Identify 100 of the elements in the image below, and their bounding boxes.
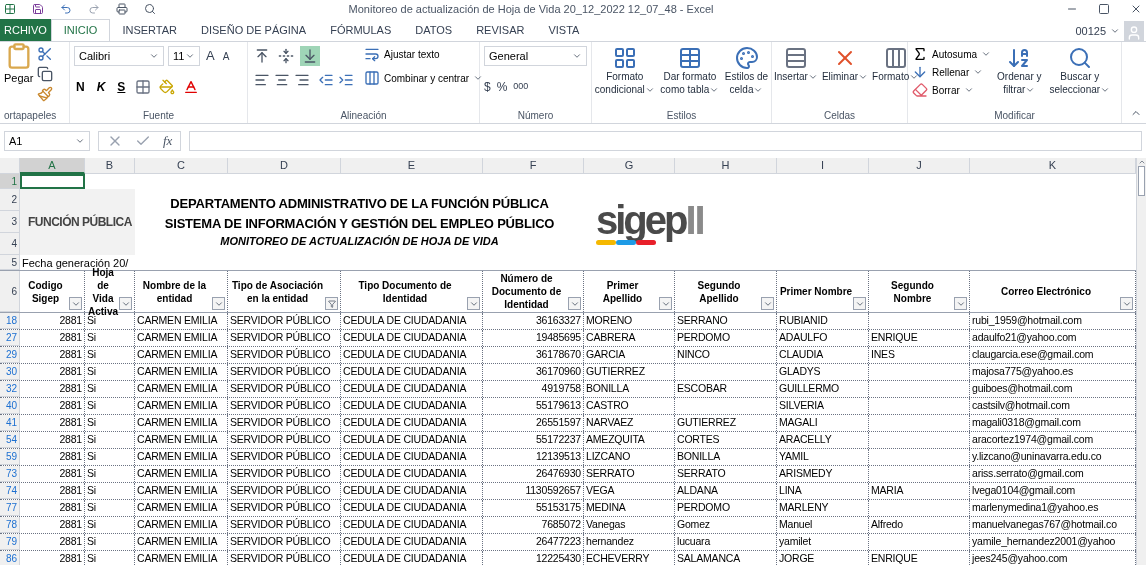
active-filter-button[interactable] [325, 297, 338, 310]
column-letter[interactable]: J [869, 158, 970, 174]
scissors-icon[interactable] [37, 46, 54, 62]
ribbon-tab[interactable]: VISTA [536, 19, 592, 41]
vertical-scrollbar[interactable] [1136, 158, 1146, 565]
column-letter[interactable]: F [483, 158, 584, 174]
percent-button[interactable]: % [496, 78, 508, 96]
column-letter[interactable]: K [970, 158, 1136, 174]
align-center-icon[interactable] [274, 72, 290, 88]
row-number[interactable]: 3 [0, 211, 20, 233]
row-number[interactable]: 79 [0, 534, 20, 550]
row-number[interactable]: 1 [0, 174, 20, 189]
ribbon-tab[interactable]: FÓRMULAS [318, 19, 404, 41]
filter-button[interactable] [761, 297, 774, 310]
align-left-icon[interactable] [254, 72, 270, 88]
filter-button[interactable] [467, 297, 480, 310]
close-icon[interactable] [1130, 3, 1142, 15]
styles-button[interactable]: Formato condicional [592, 46, 657, 96]
shrink-font-button[interactable]: A [220, 48, 232, 64]
column-letter[interactable]: E [341, 158, 483, 174]
borders-icon[interactable] [135, 79, 152, 95]
vertical-align-button[interactable] [276, 46, 296, 66]
row-number[interactable]: 27 [0, 330, 20, 346]
currency-button[interactable]: $ [484, 78, 491, 96]
undo-icon[interactable] [60, 3, 72, 15]
column-letter[interactable]: B [85, 158, 135, 174]
row-number[interactable]: 74 [0, 483, 20, 499]
cells-button[interactable]: Insertar [772, 46, 820, 83]
printer-icon[interactable] [116, 3, 128, 15]
row-number[interactable]: 18 [0, 313, 20, 329]
vertical-align-button[interactable] [300, 46, 320, 66]
sort-filter-button[interactable]: Ordenar y filtrar [995, 46, 1044, 98]
row-number[interactable]: 5 [0, 255, 20, 270]
bold-button[interactable]: N [74, 78, 87, 96]
grow-font-button[interactable]: A [204, 46, 217, 66]
row-number[interactable]: 73 [0, 466, 20, 482]
selected-cell[interactable] [20, 174, 85, 189]
styles-button[interactable]: Dar formato como tabla [658, 46, 722, 96]
ribbon-tab[interactable]: DISEÑO DE PÁGINA [189, 19, 319, 41]
row-number[interactable]: 77 [0, 500, 20, 516]
spreadsheet-icon[interactable] [4, 3, 16, 15]
paste-button[interactable]: Pegar [4, 42, 34, 102]
row-number[interactable]: 59 [0, 449, 20, 465]
filter-button[interactable] [69, 297, 82, 310]
row-number[interactable]: 6 [0, 271, 20, 312]
styles-button[interactable]: Estilos de celda [722, 46, 771, 96]
name-box[interactable]: A1 [4, 131, 90, 151]
column-letter[interactable]: I [777, 158, 869, 174]
indent-increase-icon[interactable] [338, 72, 354, 88]
row-number[interactable]: 54 [0, 432, 20, 448]
indent-decrease-icon[interactable] [318, 72, 334, 88]
filter-button[interactable] [659, 297, 672, 310]
autosum-button[interactable]: Autosuma [912, 46, 992, 62]
align-right-icon[interactable] [294, 72, 310, 88]
column-letter[interactable]: H [675, 158, 777, 174]
ribbon-tab[interactable]: INICIO [50, 19, 111, 41]
redo-icon[interactable] [88, 3, 100, 15]
save-icon[interactable] [32, 3, 44, 15]
row-number[interactable]: 4 [0, 233, 20, 255]
row-number[interactable]: 40 [0, 398, 20, 414]
scrollbar-thumb[interactable] [1138, 166, 1145, 196]
column-letter[interactable]: D [228, 158, 341, 174]
row-number[interactable]: 29 [0, 347, 20, 363]
maximize-icon[interactable] [1098, 3, 1110, 15]
thousands-button[interactable]: 000 [513, 80, 529, 94]
filter-button[interactable] [1120, 297, 1133, 310]
font-dropdown[interactable]: Calibri [74, 46, 164, 66]
merge-center-button[interactable]: Combinar y centrar [364, 70, 484, 86]
row-number[interactable]: 86 [0, 551, 20, 565]
formula-field[interactable] [189, 131, 1142, 151]
row-number[interactable]: 41 [0, 415, 20, 431]
insert-function-button[interactable]: fx [163, 131, 173, 151]
column-letter[interactable]: C [135, 158, 228, 174]
copy-icon[interactable] [37, 66, 54, 82]
user-name[interactable]: 00125 [1075, 22, 1106, 40]
cells-button[interactable]: Eliminar [819, 46, 871, 83]
ribbon-tab[interactable]: INSERTAR [110, 19, 189, 41]
font-size-dropdown[interactable]: 11 [168, 46, 200, 66]
find-select-button[interactable]: Buscar y seleccionar [1047, 46, 1113, 98]
number-format-dropdown[interactable]: General [484, 46, 587, 66]
filter-button[interactable] [119, 297, 132, 310]
row-number[interactable]: 2 [0, 189, 20, 211]
filter-button[interactable] [212, 297, 225, 310]
filter-button[interactable] [954, 297, 967, 310]
wrap-text-button[interactable]: Ajustar texto [364, 46, 484, 62]
ribbon-tab[interactable]: REVISAR [464, 19, 537, 41]
fill-color-icon[interactable] [159, 79, 176, 95]
italic-button[interactable]: K [94, 78, 108, 96]
column-letter[interactable]: A [20, 158, 85, 174]
filter-button[interactable] [853, 297, 866, 310]
ribbon-tab[interactable]: RCHIVO [0, 19, 51, 41]
column-letter[interactable]: G [584, 158, 675, 174]
filter-button[interactable] [568, 297, 581, 310]
scroll-up-icon[interactable] [1137, 158, 1146, 166]
row-number[interactable]: 30 [0, 364, 20, 380]
row-number[interactable]: 32 [0, 381, 20, 397]
underline-button[interactable]: S [115, 78, 128, 96]
font-color-icon[interactable] [183, 79, 200, 95]
ribbon-tab[interactable]: DATOS [403, 19, 465, 41]
row-number[interactable]: 78 [0, 517, 20, 533]
